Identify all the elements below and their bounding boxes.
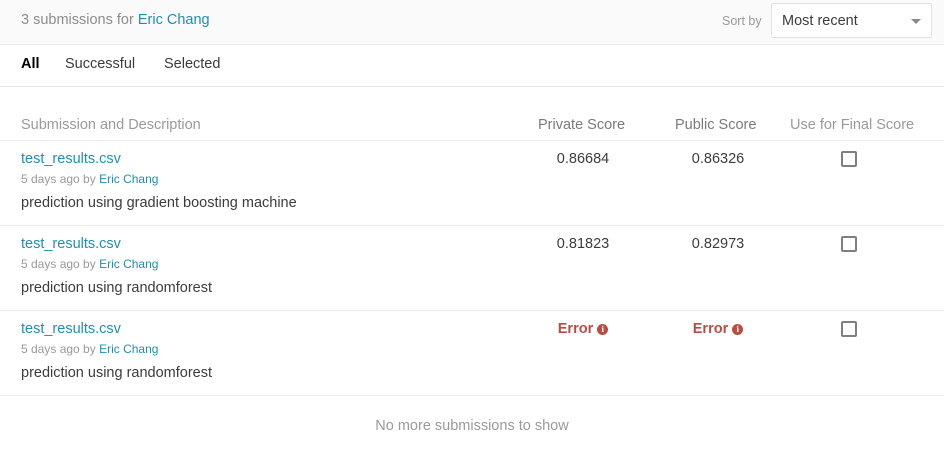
owner-name-link[interactable]: Eric Chang <box>138 12 210 28</box>
tab-successful[interactable]: Successful <box>65 56 135 72</box>
tab-all[interactable]: All <box>21 56 40 72</box>
submissions-header-bar: 3 submissions for Eric Chang Sort by Mos… <box>0 0 944 45</box>
submission-time: 5 days ago by <box>21 257 96 271</box>
submission-description: prediction using randomforest <box>21 280 213 296</box>
submission-meta: 5 days ago by Eric Chang <box>21 342 158 356</box>
submission-description: prediction using gradient boosting machi… <box>21 195 297 211</box>
info-circle-icon[interactable]: i <box>732 324 744 335</box>
sort-select[interactable]: Most recent <box>771 3 932 38</box>
submission-author-link[interactable]: Eric Chang <box>99 257 158 271</box>
sort-select-value: Most recent <box>782 13 858 29</box>
column-header-final-score: Use for Final Score <box>790 117 915 133</box>
public-score: 0.82973 <box>691 236 745 252</box>
public-score-error-text: Error <box>692 321 729 337</box>
table-row: test_results.csv 5 days ago by Eric Chan… <box>0 226 944 311</box>
no-more-submissions-text: No more submissions to show <box>375 418 569 434</box>
caret-down-icon <box>911 19 921 24</box>
sort-by-label: Sort by <box>722 14 762 28</box>
private-score-error-text: Error <box>557 321 594 337</box>
filter-tabs: All Successful Selected <box>0 45 944 87</box>
use-for-final-score-checkbox[interactable] <box>841 151 857 167</box>
submission-file-link[interactable]: test_results.csv <box>21 151 121 167</box>
tab-selected[interactable]: Selected <box>164 56 220 72</box>
info-circle-icon[interactable]: i <box>597 324 609 335</box>
submission-author-link[interactable]: Eric Chang <box>99 172 158 186</box>
submission-author-link[interactable]: Eric Chang <box>99 342 158 356</box>
submission-meta: 5 days ago by Eric Chang <box>21 172 158 186</box>
submission-time: 5 days ago by <box>21 342 96 356</box>
public-score-error: Error i <box>673 321 763 337</box>
submission-file-link[interactable]: test_results.csv <box>21 321 121 337</box>
use-for-final-score-checkbox[interactable] <box>841 321 857 337</box>
column-header-private-score: Private Score <box>538 117 626 133</box>
submission-count-text: 3 submissions for <box>21 12 134 28</box>
private-score: 0.86684 <box>556 151 610 167</box>
submission-meta: 5 days ago by Eric Chang <box>21 257 158 271</box>
submission-description: prediction using randomforest <box>21 365 213 381</box>
column-header-submission: Submission and Description <box>21 117 201 133</box>
use-for-final-score-checkbox[interactable] <box>841 236 857 252</box>
column-header-public-score: Public Score <box>675 117 757 133</box>
submission-count: 3 submissions for Eric Chang <box>21 12 210 28</box>
table-row: test_results.csv 5 days ago by Eric Chan… <box>0 141 944 226</box>
submission-file-link[interactable]: test_results.csv <box>21 236 121 252</box>
private-score-error: Error i <box>538 321 628 337</box>
table-row: test_results.csv 5 days ago by Eric Chan… <box>0 311 944 396</box>
private-score: 0.81823 <box>556 236 610 252</box>
submission-time: 5 days ago by <box>21 172 96 186</box>
public-score: 0.86326 <box>691 151 745 167</box>
table-header: Submission and Description Private Score… <box>0 88 944 141</box>
